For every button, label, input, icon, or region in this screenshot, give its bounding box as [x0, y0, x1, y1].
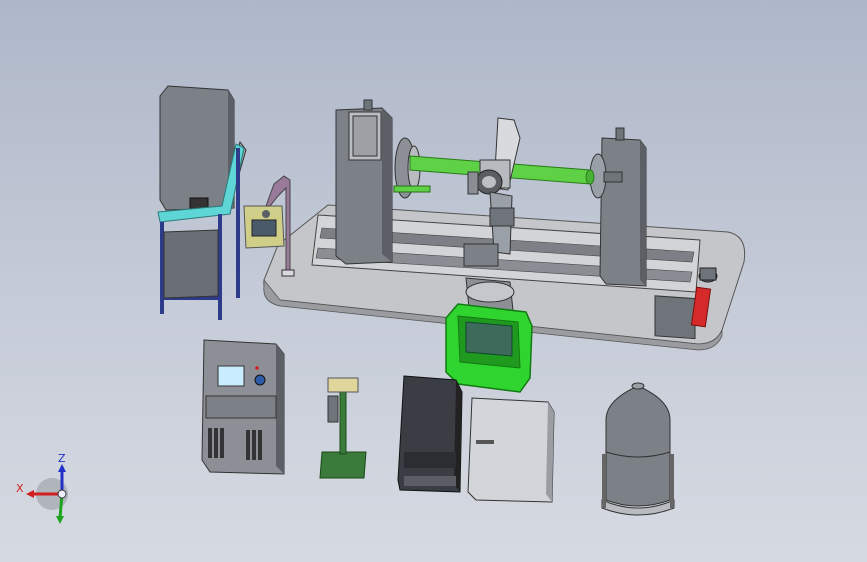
- assembly-scene: Z X: [16, 85, 746, 524]
- gas-tank[interactable]: [601, 382, 675, 516]
- z-axis-label: Z: [58, 452, 66, 465]
- robot-pedestal[interactable]: [445, 303, 533, 393]
- teach-pendant[interactable]: [243, 175, 295, 277]
- coordinate-triad[interactable]: Z X: [16, 452, 68, 524]
- sensor-stand[interactable]: [319, 377, 367, 479]
- x-axis-label: X: [16, 482, 24, 495]
- welding-power-source[interactable]: [201, 339, 285, 475]
- wire-feeder-cabinet[interactable]: [397, 375, 463, 493]
- control-cabinet[interactable]: [157, 85, 247, 320]
- water-cooler-cabinet[interactable]: [467, 397, 555, 503]
- cad-viewport[interactable]: Z X: [0, 0, 867, 562]
